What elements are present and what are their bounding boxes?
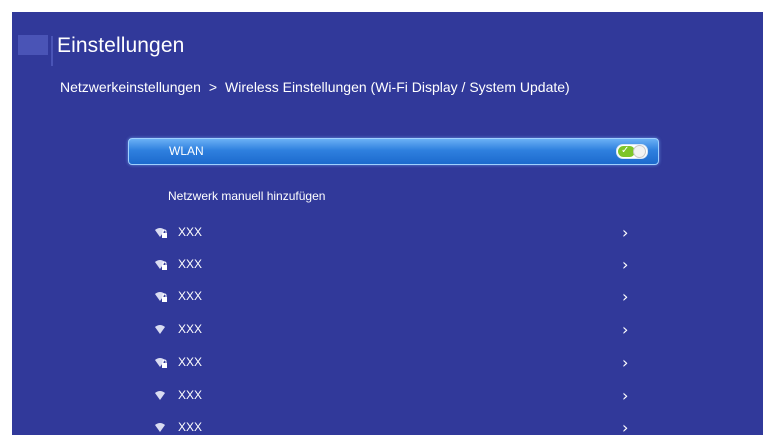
wifi-locked-icon (154, 258, 168, 270)
breadcrumb-parent[interactable]: Netzwerkeinstellungen (60, 79, 201, 95)
chevron-right-icon: › (622, 353, 629, 372)
network-list-item[interactable]: XXX › (154, 418, 654, 435)
network-list-item[interactable]: XXX › (154, 287, 654, 307)
chevron-right-icon: › (622, 255, 629, 274)
network-name: XXX (178, 420, 203, 434)
wifi-locked-icon (154, 226, 168, 238)
network-name: XXX (178, 322, 203, 336)
wifi-locked-icon (154, 356, 168, 368)
chevron-right-icon: › (622, 320, 629, 339)
network-list-item[interactable]: XXX › (154, 255, 654, 275)
network-name: XXX (178, 355, 203, 369)
wlan-row[interactable]: WLAN ✓ (128, 138, 659, 165)
network-list-item[interactable]: XXX › (154, 320, 654, 340)
settings-screen: Einstellungen Netzwerkeinstellungen > Wire… (12, 12, 763, 435)
check-icon: ✓ (621, 145, 630, 156)
toggle-knob (633, 145, 646, 158)
wifi-locked-icon (154, 290, 168, 302)
chevron-right-icon: › (622, 418, 629, 435)
wlan-toggle[interactable]: ✓ (616, 144, 648, 159)
network-name: XXX (178, 289, 203, 303)
add-network-manually-item[interactable]: Netzwerk manuell hinzufügen (168, 189, 325, 203)
breadcrumb: Netzwerkeinstellungen > Wireless Einstellu… (60, 79, 570, 95)
breadcrumb-separator: > (208, 79, 218, 95)
chevron-right-icon: › (622, 287, 629, 306)
chevron-right-icon: › (622, 223, 629, 242)
header-divider (51, 36, 53, 66)
network-name: XXX (178, 225, 203, 239)
wifi-icon (154, 421, 168, 433)
network-list-item[interactable]: XXX › (154, 386, 654, 406)
page-title: Einstellungen (57, 34, 185, 57)
wlan-label: WLAN (169, 144, 204, 158)
network-list-item[interactable]: XXX › (154, 223, 654, 243)
network-list-item[interactable]: XXX › (154, 353, 654, 373)
network-name: XXX (178, 388, 203, 402)
chevron-right-icon: › (622, 386, 629, 405)
wifi-icon (154, 389, 168, 401)
breadcrumb-current: Wireless Einstellungen (Wi-Fi Display / … (225, 79, 570, 95)
logo-icon (18, 35, 48, 55)
network-name: XXX (178, 257, 203, 271)
wifi-icon (154, 323, 168, 335)
